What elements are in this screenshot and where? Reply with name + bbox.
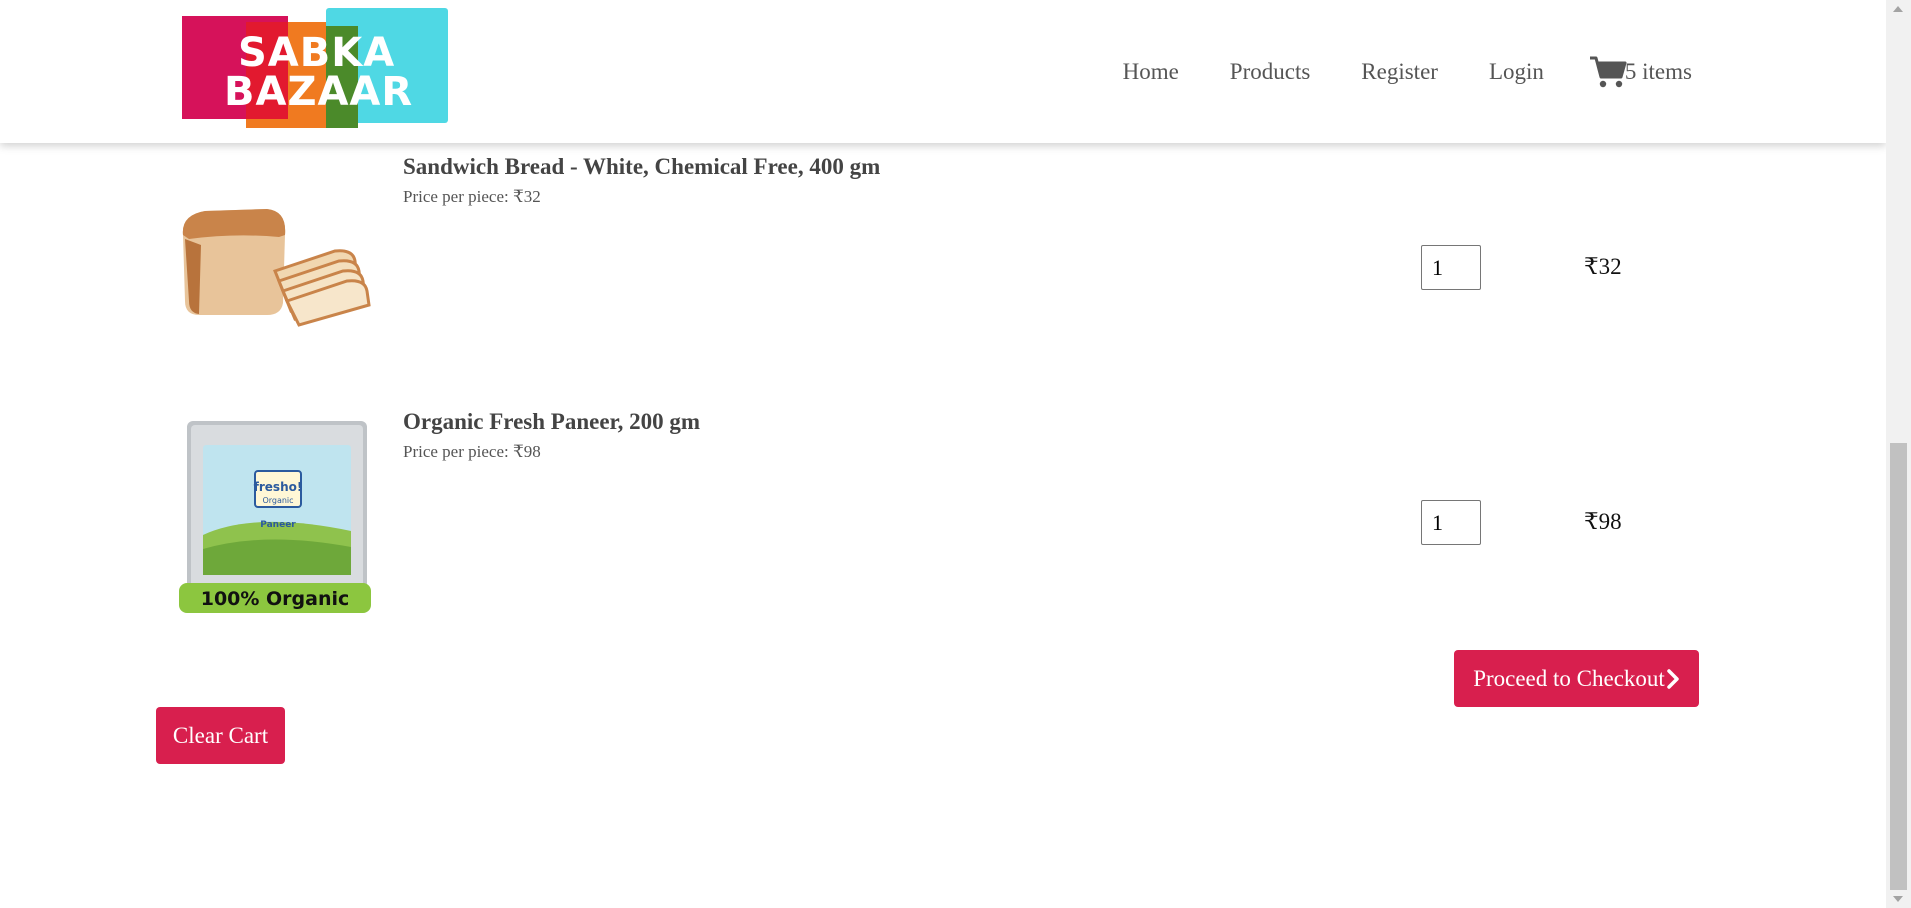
product-unit-price: Price per piece: ₹32 [403,187,541,206]
shopping-cart-icon [1589,56,1627,88]
item-total: ₹98 [1584,509,1622,534]
scroll-up-icon[interactable] [1893,6,1903,12]
page-scrollbar[interactable] [1886,0,1911,908]
logo-text-line1: SABKA [238,30,396,76]
product-image-bread [175,175,385,385]
pack-brand-text: fresho! [254,480,303,494]
product-image-paneer: fresho! Organic Paneer 100% Organic [175,415,385,625]
checkout-label: Proceed to Checkout [1473,665,1665,691]
nav-home-link[interactable]: Home [1123,59,1179,85]
cart-count: 5 items [1624,59,1692,84]
chevron-right-icon [1667,668,1679,689]
nav-products-link[interactable]: Products [1230,59,1311,85]
cart-button[interactable]: 5 items [1589,55,1692,89]
pack-sub-text: Organic [262,496,293,505]
organic-badge-text: 100% Organic [201,588,350,610]
clear-cart-button[interactable]: Clear Cart [156,707,285,764]
quantity-input[interactable] [1421,245,1481,290]
proceed-to-checkout-button[interactable]: Proceed to Checkout [1454,650,1699,707]
pack-product-text: Paneer [260,520,296,530]
nav-login-link[interactable]: Login [1489,59,1544,85]
product-title: Sandwich Bread - White, Chemical Free, 4… [403,154,881,179]
product-unit-price: Price per piece: ₹98 [403,442,541,461]
site-header: SABKA BAZAAR Home Products Register Logi… [0,0,1886,143]
quantity-input[interactable] [1421,500,1481,545]
main-nav: Home Products Register Login 5 items [1072,55,1692,89]
scrollbar-thumb[interactable] [1890,443,1907,890]
scroll-down-icon[interactable] [1893,896,1903,902]
item-total: ₹32 [1584,254,1622,279]
clear-cart-label: Clear Cart [172,722,269,748]
page: Sandwich Bread - White, Chemical Free, 4… [0,0,1886,908]
nav-register-link[interactable]: Register [1361,59,1438,85]
logo-text-line2: BAZAAR [224,69,414,115]
brand-logo[interactable]: SABKA BAZAAR [182,8,448,128]
product-title: Organic Fresh Paneer, 200 gm [403,409,701,434]
